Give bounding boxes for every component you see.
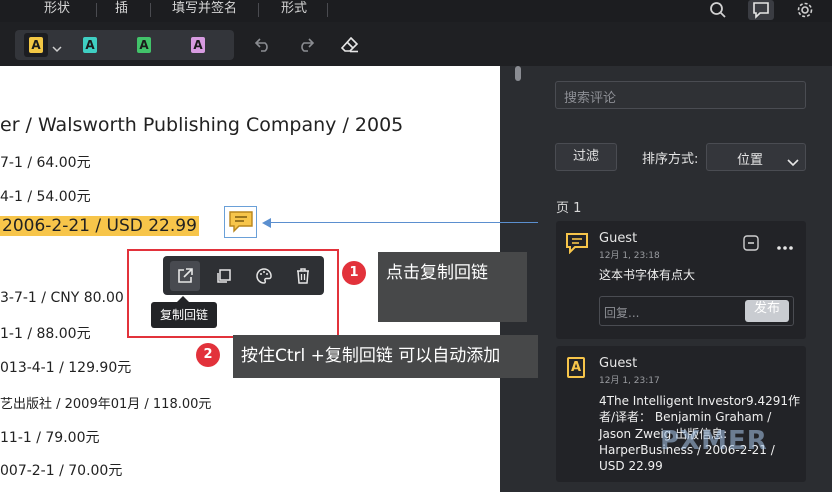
document-line: 013-4-1 / 129.90元 [0, 360, 132, 376]
highlight-green-button[interactable]: A [132, 33, 156, 57]
collapse-icon[interactable] [743, 235, 759, 255]
document-line: 4-1 / 54.00元 [0, 189, 91, 205]
menu-bar: 形状 插 填写并签名 形式 [0, 0, 832, 22]
document-line: 007-2-1 / 70.00元 [0, 463, 123, 479]
highlight-pink-icon: A [191, 37, 205, 53]
redo-icon[interactable] [295, 34, 317, 56]
sort-select[interactable]: 位置 [706, 143, 806, 171]
comment-card[interactable]: A Guest 12月 1, 23:17 4The Intelligent In… [556, 346, 806, 482]
note-comment-icon[interactable] [224, 206, 257, 238]
annotation-red-frame [127, 249, 339, 338]
comment-date: 12月 1, 23:18 [599, 251, 660, 261]
more-options-icon[interactable] [776, 236, 794, 255]
document-line: 艺出版社 / 2009年01月 / 118.00元 [0, 397, 212, 412]
comment-text: 这本书字体有点大 [599, 268, 696, 282]
callout-step-2: 按住Ctrl +复制回链 可以自动添加 [233, 335, 569, 378]
filter-button[interactable]: 过滤 [555, 143, 617, 171]
chevron-down-icon [787, 153, 799, 172]
toolbar: A A A A [0, 22, 832, 66]
sort-value: 位置 [737, 153, 764, 168]
highlighted-text[interactable]: 2006-2-21 / USD 22.99 [0, 216, 199, 236]
highlight-pink-button[interactable]: A [186, 33, 210, 57]
step-badge-2: 2 [196, 343, 220, 367]
menu-item-fill-sign[interactable]: 填写并签名 [172, 1, 237, 17]
comment-date: 12月 1, 23:17 [599, 376, 660, 386]
settings-gear-icon[interactable] [792, 0, 818, 20]
reply-placeholder: 回复... [604, 306, 640, 320]
highlight-comment-icon: A [567, 357, 585, 378]
highlight-teal-icon: A [83, 37, 97, 53]
comment-text-line: 4The Intelligent Investor9.4291作 [599, 394, 800, 408]
comment-text-line: 者/译者： Benjamin Graham / [599, 410, 772, 424]
eraser-icon[interactable] [339, 34, 361, 56]
highlight-teal-button[interactable]: A [78, 33, 102, 57]
scrollbar-thumb[interactable] [515, 66, 521, 81]
post-reply-button[interactable]: 发布 [745, 300, 789, 322]
link-arrow-head [262, 218, 271, 228]
sort-label: 排序方式: [642, 152, 699, 167]
document-line: 11-1 / 79.00元 [0, 430, 100, 446]
chevron-down-icon[interactable] [52, 39, 62, 58]
highlight-green-icon: A [137, 37, 151, 53]
link-arrow-line [270, 222, 566, 223]
comment-panel-icon[interactable] [748, 0, 774, 20]
note-comment-icon [565, 232, 589, 258]
comment-search-input[interactable]: 搜索评论 [555, 81, 806, 109]
comment-author: Guest [599, 231, 638, 246]
callout-step-1: 点击复制回链 [378, 252, 527, 322]
menu-item-form[interactable]: 形式 [281, 1, 307, 17]
menu-item-shape[interactable]: 形状 [44, 1, 70, 17]
menu-divider [258, 3, 259, 17]
search-placeholder: 搜索评论 [564, 91, 617, 106]
document-line: 3-7-1 / CNY 80.00 [0, 290, 124, 306]
watermark-logo: PXMER [660, 426, 768, 456]
menu-divider [96, 3, 97, 17]
comment-card[interactable]: Guest 12月 1, 23:18 这本书字体有点大 回复... 发布 [556, 221, 806, 339]
document-line: 1-1 / 88.00元 [0, 326, 91, 342]
search-icon[interactable] [705, 0, 731, 20]
comment-author: Guest [599, 356, 638, 371]
document-line: er / Walsworth Publishing Company / 2005 [0, 114, 404, 136]
menu-divider [327, 3, 328, 17]
page-group-label: 页 1 [556, 201, 582, 216]
menu-divider [150, 3, 151, 17]
highlight-yellow-button[interactable]: A [24, 33, 48, 57]
comment-text-line: USD 22.99 [599, 459, 663, 473]
undo-icon[interactable] [252, 34, 274, 56]
highlighted-line[interactable]: 2006-2-21 / USD 22.99 [0, 216, 199, 236]
reply-input[interactable]: 回复... 发布 [599, 296, 794, 326]
highlight-tool-group: A A A A [15, 30, 234, 60]
step-badge-1: 1 [342, 261, 366, 285]
menu-item-insert[interactable]: 插 [115, 1, 128, 17]
highlight-yellow-icon: A [29, 37, 43, 53]
document-line: 7-1 / 64.00元 [0, 155, 91, 171]
